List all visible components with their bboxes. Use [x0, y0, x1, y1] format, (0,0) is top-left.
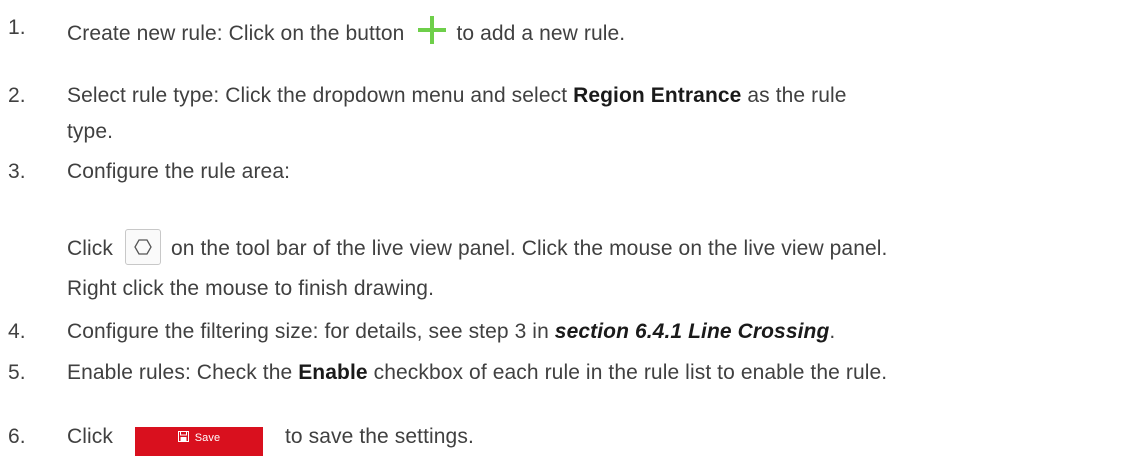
step-number: 5.	[8, 361, 26, 384]
step-text-before: Create new rule: Click on the button	[67, 22, 405, 45]
step-number: 6.	[8, 425, 26, 448]
enable-checkbox-label: Enable	[298, 361, 368, 384]
step-text-after: to add a new rule.	[456, 22, 626, 45]
step-subtext: Click on the tool bar of the live view pa…	[67, 229, 887, 265]
step-text-before: Configure the filtering size: for detail…	[67, 320, 555, 343]
rule-type-name: Region Entrance	[573, 84, 742, 107]
step-text: Configure the rule area:	[67, 160, 291, 183]
save-button-label: Save	[194, 432, 221, 444]
step-text: Enable rules: Check the Enable checkbox …	[67, 361, 887, 385]
step-text-before: Select rule type: Click the dropdown men…	[67, 84, 574, 107]
plus-icon	[418, 16, 447, 44]
step-text-before: Click	[67, 425, 113, 448]
step-number: 1.	[8, 16, 26, 39]
step-text: Create new rule: Click on the button to a…	[67, 16, 625, 46]
step-subtext-after: on the tool bar of the live view panel. …	[171, 237, 888, 260]
step-text-before: Enable rules: Check the	[67, 361, 299, 384]
step-number: 4.	[8, 320, 26, 343]
step-text: Select rule type: Click the dropdown men…	[67, 84, 847, 108]
step-text-continued: type.	[67, 120, 114, 143]
step-text-after: .	[829, 320, 836, 343]
save-icon	[177, 431, 189, 442]
save-button[interactable]: Save	[135, 427, 263, 456]
step-number: 3.	[8, 160, 26, 183]
step-text-after: checkbox of each rule in the rule list t…	[367, 361, 888, 384]
step-text-after: as the rule	[741, 84, 847, 107]
step-text: Click Save to save the settings.	[67, 425, 474, 456]
step-subtext-2: Right click the mouse to finish drawing.	[67, 277, 434, 300]
step-text: Configure the filtering size: for detail…	[67, 320, 835, 344]
polygon-tool-button[interactable]	[125, 229, 161, 265]
section-reference-link[interactable]: section 6.4.1 Line Crossing	[555, 320, 830, 343]
step-subtext-before: Click	[67, 237, 113, 260]
polygon-icon	[134, 239, 152, 255]
step-text-after: to save the settings.	[285, 425, 474, 448]
step-number: 2.	[8, 84, 26, 107]
